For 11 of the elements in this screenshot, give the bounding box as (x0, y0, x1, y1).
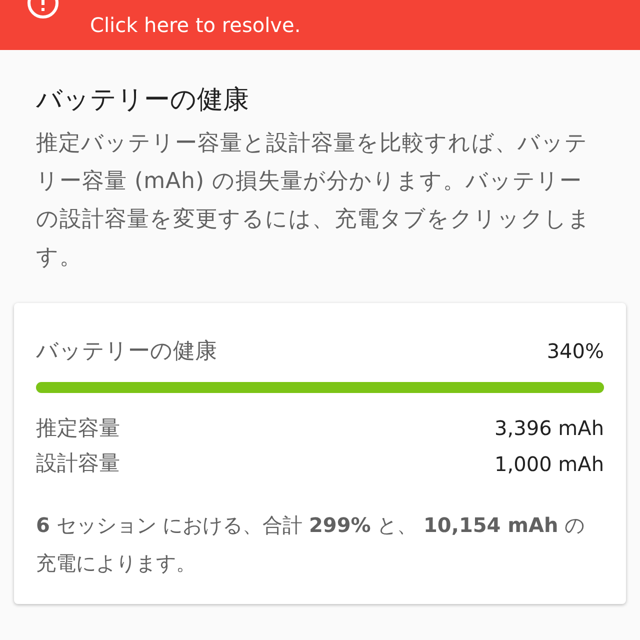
capacity-value: 1,000 mAh (494, 450, 604, 478)
capacity-value: 3,396 mAh (494, 415, 604, 442)
capacity-label: 設計容量 (36, 450, 120, 477)
section-description: 推定バッテリー容量と設計容量を比較すれば、バッテリー容量 (mAh) の損失量が分かります。バッテリーの設計容量を変更するには、充電タブをクリックします。 (36, 130, 592, 272)
alert-message: Click here to resolve. (90, 15, 301, 35)
section-title: バッテリーの健康 (36, 84, 250, 116)
health-value: 340% (546, 338, 604, 365)
capacity-label: 推定容量 (36, 414, 120, 442)
health-label: バッテリーの健康 (36, 338, 217, 366)
alert-banner[interactable]: Click here to resolve. (0, 0, 640, 50)
charge-summary: 6 セッション における、合計 299% と、 10,154 mAh の充電によります。 (36, 512, 586, 576)
